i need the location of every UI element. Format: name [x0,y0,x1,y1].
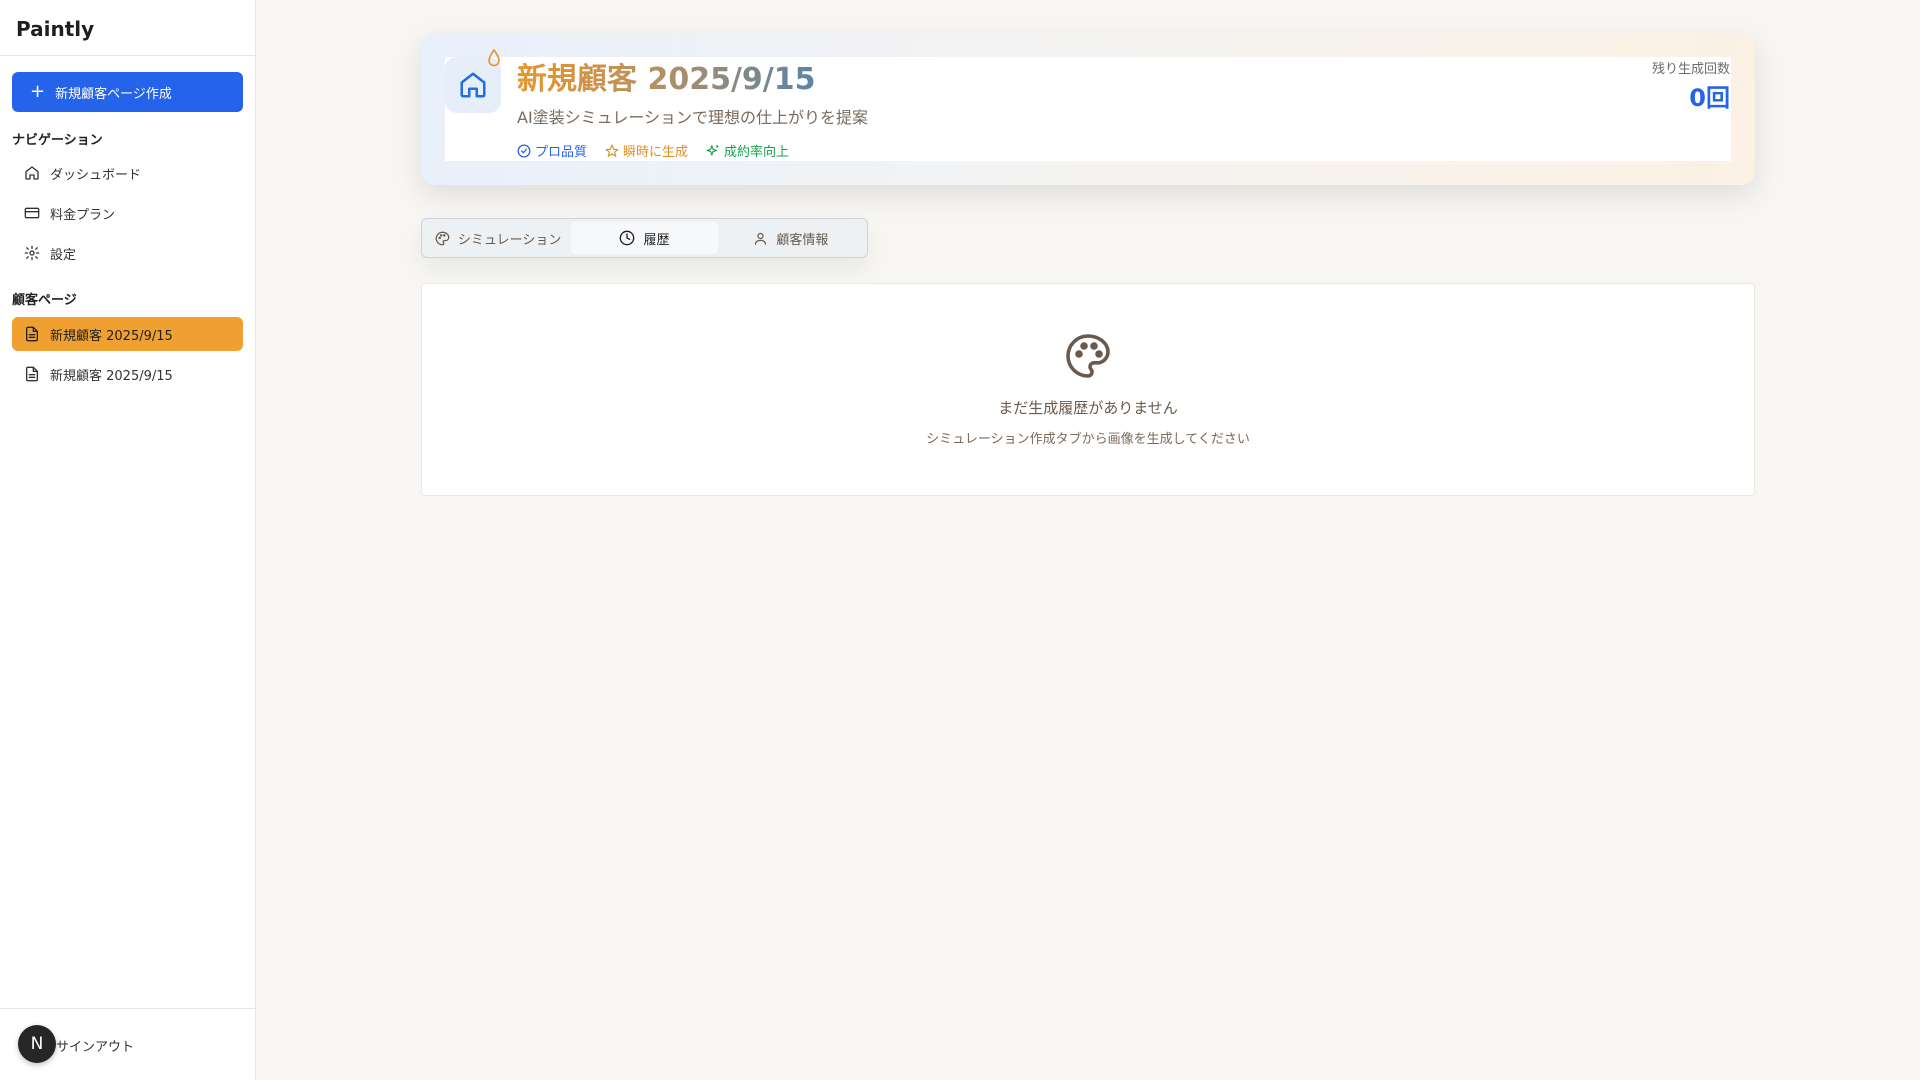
plus-icon: + [30,81,46,102]
tab-history[interactable]: 履歴 [571,222,718,254]
feature-tags: プロ品質 瞬時に生成 成約率向上 [517,141,789,160]
sidebar: Paintly + 新規顧客ページ作成 ナビゲーション ダッシュボード 料金プラ… [0,0,256,1080]
tag-label: 成約率向上 [724,145,790,160]
tab-customer-info[interactable]: 顧客情報 [718,222,864,254]
tag-label: プロ品質 [535,145,588,160]
customer-page-label: 新規顧客 2025/9/15 [50,368,173,384]
sidebar-item-label: 設定 [50,247,77,263]
sidebar-item-label: ダッシュボード [50,167,142,183]
sidebar-item-settings[interactable]: 設定 [12,236,243,270]
empty-state-title: まだ生成履歴がありません [998,399,1178,417]
new-customer-page-button[interactable]: + 新規顧客ページ作成 [12,72,243,112]
app-logo: Paintly [0,0,255,56]
credit-card-icon [24,207,40,219]
sidebar-item-dashboard[interactable]: ダッシュボード [12,156,243,190]
nav-heading: ナビゲーション [12,133,103,148]
new-customer-page-label: 新規顧客ページ作成 [55,86,172,102]
remaining-count: 0回 [1689,84,1730,112]
tab-label: 顧客情報 [776,232,829,248]
house-icon [460,72,486,98]
page-subtitle: AI塗装シミュレーションで理想の仕上がりを提案 [517,108,869,127]
tab-label: シミュレーション [457,232,562,248]
sidebar-item-pricing[interactable]: 料金プラン [12,196,243,230]
history-panel [421,283,1755,496]
customer-page-label: 新規顧客 2025/9/15 [50,328,173,344]
tab-bar: シミュレーション 履歴 顧客情報 [421,218,868,258]
sidebar-footer: N サインアウト [0,1008,256,1080]
document-icon [26,326,38,342]
tab-label: 履歴 [643,232,670,248]
tab-simulation[interactable]: シミュレーション [425,222,571,254]
tag-instant: 瞬時に生成 [605,141,688,160]
signout-button[interactable]: サインアウト [56,1036,134,1055]
customer-page-item[interactable]: 新規顧客 2025/9/15 [12,317,243,351]
tag-pro-quality: プロ品質 [517,141,587,160]
document-icon [26,366,38,382]
customers-heading: 顧客ページ [12,293,77,308]
sidebar-item-label: 料金プラン [50,207,116,223]
empty-state-subtitle: シミュレーション作成タブから画像を生成してください [926,432,1250,447]
clock-icon [620,230,635,246]
palette-icon [435,231,450,245]
palette-icon [1066,334,1110,378]
tag-label: 瞬時に生成 [623,145,689,160]
sparkle-icon [706,144,719,156]
page-title: 新規顧客 2025/9/15 [517,54,815,98]
check-circle-icon [517,144,531,157]
customer-page-item[interactable]: 新規顧客 2025/9/15 [12,357,243,391]
remaining-label: 残り生成回数 [1651,62,1730,77]
paint-drop-icon [488,49,500,67]
home-icon [25,166,39,180]
star-icon [605,144,619,157]
gear-icon [24,245,40,261]
user-icon [755,232,767,245]
tag-conversion: 成約率向上 [706,141,789,160]
avatar[interactable]: N [18,1025,56,1063]
